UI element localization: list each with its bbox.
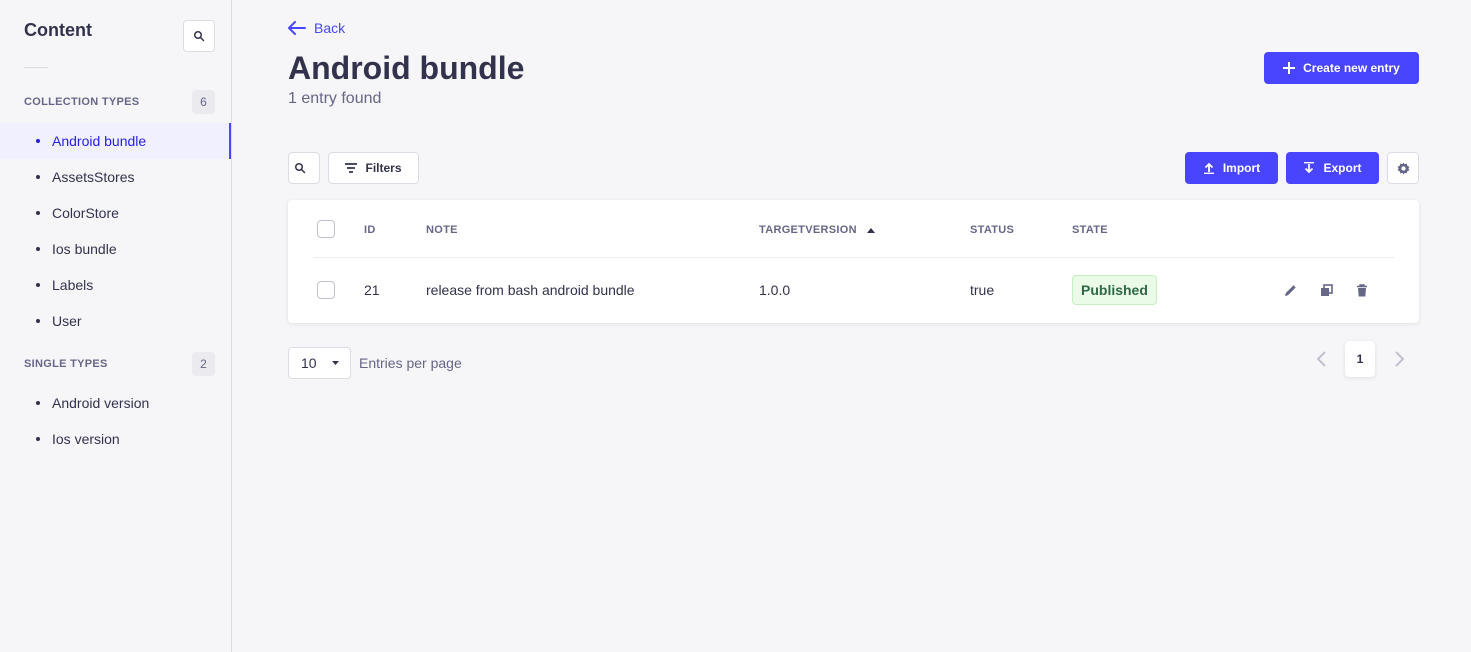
bullet-icon — [36, 319, 40, 323]
sidebar-item-android-bundle[interactable]: Android bundle — [0, 123, 231, 159]
import-button[interactable]: Import — [1185, 152, 1278, 184]
cell-id: 21 — [364, 282, 380, 298]
bullet-icon — [36, 139, 40, 143]
column-header-status[interactable]: STATUS — [970, 224, 1014, 236]
settings-button[interactable] — [1387, 152, 1419, 184]
single-types-header[interactable]: SINGLE TYPES 2 — [24, 352, 215, 376]
chevron-left-icon — [1316, 351, 1326, 367]
cell-targetversion: 1.0.0 — [759, 282, 791, 298]
chevron-right-icon — [1394, 351, 1404, 367]
bullet-icon — [36, 401, 40, 405]
column-header-id[interactable]: ID — [364, 224, 376, 236]
upload-icon — [1203, 162, 1214, 174]
caret-down-icon — [332, 361, 339, 365]
sidebar-item-label: Android bundle — [52, 133, 147, 149]
next-page-button[interactable] — [1391, 350, 1407, 368]
entries-table: ID NOTE TARGETVERSION STATUS STATE 21 re… — [288, 200, 1419, 323]
previous-page-button[interactable] — [1313, 350, 1329, 368]
status-badge: Published — [1072, 275, 1157, 305]
sidebar-divider — [24, 67, 48, 68]
select-all-checkbox[interactable] — [317, 220, 335, 238]
column-header-targetversion[interactable]: TARGETVERSION — [759, 224, 875, 236]
search-icon — [194, 31, 205, 42]
page-title: Android bundle — [288, 50, 525, 86]
arrow-left-icon — [288, 21, 306, 35]
page-number-button[interactable]: 1 — [1345, 341, 1375, 377]
sidebar-item-label: User — [52, 313, 82, 329]
sidebar-item-label: Ios bundle — [52, 241, 117, 257]
create-new-entry-label: Create new entry — [1303, 61, 1400, 75]
sidebar-item-android-version[interactable]: Android version — [0, 385, 231, 421]
sidebar-item-colorstore[interactable]: ColorStore — [0, 195, 231, 231]
bullet-icon — [36, 437, 40, 441]
row-divider — [313, 257, 1394, 258]
search-icon — [295, 163, 306, 174]
back-link[interactable]: Back — [288, 20, 345, 36]
single-types-label: SINGLE TYPES — [24, 358, 108, 370]
back-label: Back — [314, 20, 346, 36]
sidebar-item-user[interactable]: User — [0, 303, 231, 339]
per-page-label: Entries per page — [359, 355, 462, 371]
sidebar: Content COLLECTION TYPES 6 Android bundl… — [0, 0, 232, 652]
sidebar-item-assetsstores[interactable]: AssetsStores — [0, 159, 231, 195]
import-label: Import — [1222, 161, 1261, 175]
create-new-entry-button[interactable]: Create new entry — [1264, 52, 1419, 84]
cell-status: true — [970, 282, 995, 298]
bullet-icon — [36, 247, 40, 251]
bullet-icon — [36, 175, 40, 179]
collection-types-header[interactable]: COLLECTION TYPES 6 — [24, 90, 215, 114]
collection-types-count: 6 — [192, 90, 215, 114]
row-checkbox[interactable] — [317, 281, 335, 299]
table-search-button[interactable] — [288, 152, 320, 184]
duplicate-button[interactable] — [1318, 282, 1334, 298]
collection-types-label: COLLECTION TYPES — [24, 96, 140, 108]
single-types-count: 2 — [192, 352, 215, 376]
duplicate-icon — [1320, 283, 1333, 296]
sidebar-item-ios-bundle[interactable]: Ios bundle — [0, 231, 231, 267]
column-header-state[interactable]: STATE — [1072, 224, 1108, 236]
sidebar-item-label: AssetsStores — [52, 169, 135, 185]
download-icon — [1304, 162, 1315, 174]
sort-ascending-icon — [866, 227, 875, 233]
export-label: Export — [1323, 161, 1362, 175]
column-header-note[interactable]: NOTE — [426, 224, 458, 236]
sidebar-title: Content — [24, 20, 92, 40]
trash-icon — [1357, 283, 1367, 296]
edit-button[interactable] — [1282, 282, 1298, 298]
sidebar-item-label: ColorStore — [52, 205, 119, 221]
sidebar-item-label: Labels — [52, 277, 94, 293]
bullet-icon — [36, 283, 40, 287]
sidebar-item-labels[interactable]: Labels — [0, 267, 231, 303]
sidebar-item-label: Ios version — [52, 431, 120, 447]
column-header-label: TARGETVERSION — [759, 224, 857, 236]
sidebar-search-button[interactable] — [183, 20, 215, 52]
bullet-icon — [36, 211, 40, 215]
sidebar-item-label: Android version — [52, 395, 150, 411]
filter-icon — [345, 163, 358, 173]
per-page-value: 10 — [301, 355, 317, 371]
entries-per-page-select[interactable]: 10 — [288, 347, 351, 379]
entry-count: 1 entry found — [288, 90, 382, 107]
sidebar-item-ios-version[interactable]: Ios version — [0, 421, 231, 457]
gear-icon — [1397, 162, 1409, 174]
export-button[interactable]: Export — [1286, 152, 1379, 184]
cell-note: release from bash android bundle — [426, 282, 635, 298]
filters-label: Filters — [365, 161, 402, 175]
filters-button[interactable]: Filters — [328, 152, 419, 184]
pencil-icon — [1284, 284, 1296, 296]
plus-icon — [1283, 62, 1296, 74]
delete-button[interactable] — [1354, 282, 1370, 298]
